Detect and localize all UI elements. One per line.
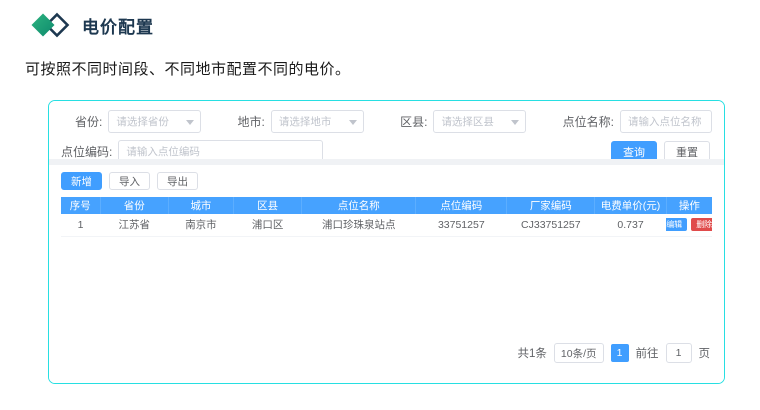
column-header-province: 省份 [100,197,168,214]
cell-vendor-code: CJ33751257 [507,214,595,236]
chevron-down-icon [186,120,194,125]
column-header-district: 区县 [233,197,301,214]
column-header-index: 序号 [61,197,100,214]
city-filter: 地市: 请选择地市 [238,110,364,133]
table-area: 新增 导入 导出 序号 省份 城市 区县 点位名称 点位编码 厂家编码 电费单价… [49,165,724,383]
cell-index: 1 [61,214,100,236]
empty-space [61,237,712,344]
cell-point-name: 浦口珍珠泉站点 [302,214,416,236]
province-placeholder: 请选择省份 [116,114,169,129]
cell-city: 南京市 [168,214,233,236]
delete-button[interactable]: 删除 [691,218,712,231]
table-row: 1 江苏省 南京市 浦口区 浦口珍珠泉站点 33751257 CJ3375125… [61,214,712,236]
toolbar: 新增 导入 导出 [61,172,712,190]
city-placeholder: 请选择地市 [279,114,332,129]
column-header-price: 电费单价(元) [595,197,667,214]
cell-point-code: 33751257 [416,214,507,236]
price-table: 序号 省份 城市 区县 点位名称 点位编码 厂家编码 电费单价(元) 操作 1 … [61,197,712,237]
import-button[interactable]: 导入 [109,172,150,190]
table-header-row: 序号 省份 城市 区县 点位名称 点位编码 厂家编码 电费单价(元) 操作 [61,197,712,214]
goto-page-input[interactable] [666,343,692,363]
point-code-label: 点位编码: [61,143,112,160]
province-label: 省份: [75,113,102,130]
province-filter: 省份: 请选择省份 [75,110,201,133]
add-button[interactable]: 新增 [61,172,102,190]
cell-province: 江苏省 [100,214,168,236]
province-select[interactable]: 请选择省份 [108,110,201,133]
district-select[interactable]: 请选择区县 [433,110,526,133]
chevron-down-icon [349,120,357,125]
cell-district: 浦口区 [233,214,301,236]
pagination-total: 共1条 [517,345,546,361]
chevron-down-icon [511,120,519,125]
column-header-point-code: 点位编码 [416,197,507,214]
pagination: 共1条 10条/页 1 前往 页 [61,343,710,363]
column-header-actions: 操作 [666,197,712,214]
page-unit-label: 页 [699,345,711,361]
config-panel: 省份: 请选择省份 地市: 请选择地市 区县: 请选择区县 [48,100,725,384]
edit-button[interactable]: 编辑 [666,218,687,231]
export-button[interactable]: 导出 [157,172,198,190]
column-header-vendor-code: 厂家编码 [507,197,595,214]
district-placeholder: 请选择区县 [441,114,494,129]
column-header-point-name: 点位名称 [302,197,416,214]
city-label: 地市: [238,113,265,130]
goto-label: 前往 [636,345,659,361]
column-header-city: 城市 [168,197,233,214]
page-header: 电价配置 [30,11,154,39]
city-select[interactable]: 请选择地市 [271,110,364,133]
point-name-filter: 点位名称: [563,110,712,133]
filter-row-1: 省份: 请选择省份 地市: 请选择地市 区县: 请选择区县 [49,101,724,133]
point-name-label: 点位名称: [563,113,614,130]
page-title: 电价配置 [82,13,154,38]
page-size-select[interactable]: 10条/页 [554,343,604,363]
district-label: 区县: [400,113,427,130]
double-diamond-icon [30,11,72,39]
filter-area: 省份: 请选择省份 地市: 请选择地市 区县: 请选择区县 [49,101,724,159]
page-number-button[interactable]: 1 [611,344,629,362]
cell-price: 0.737 [595,214,667,236]
cell-actions: 编辑 删除 [666,214,712,236]
point-name-input[interactable] [620,110,712,133]
district-filter: 区县: 请选择区县 [400,110,526,133]
page-description: 可按照不同时间段、不同地市配置不同的电价。 [25,58,351,79]
